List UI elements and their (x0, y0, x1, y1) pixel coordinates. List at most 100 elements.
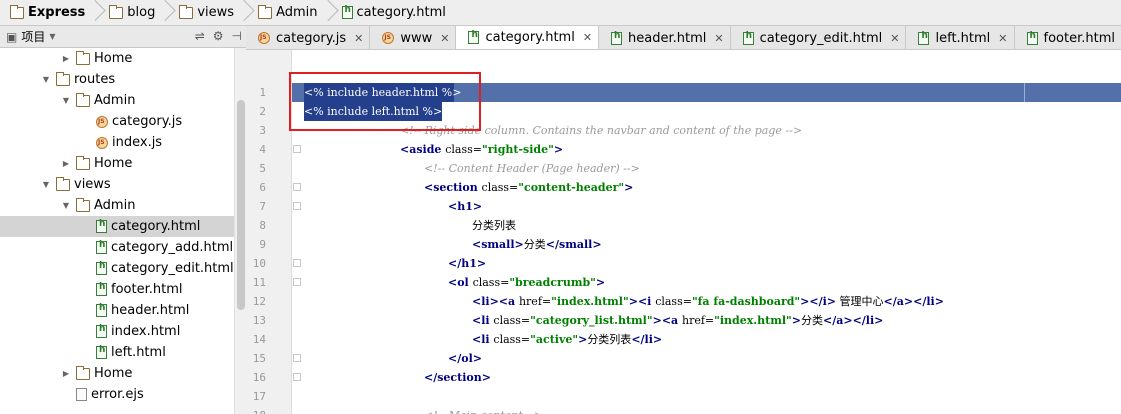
code-token: </a></li> (883, 295, 944, 308)
close-icon[interactable]: ✕ (714, 32, 723, 45)
tree-item-label: Home (94, 366, 133, 381)
tree-item[interactable]: footer.html (0, 279, 234, 300)
code-line[interactable]: </section> (424, 368, 491, 387)
close-icon[interactable]: ✕ (354, 32, 363, 45)
tree-item[interactable]: index.html (0, 321, 234, 342)
code-token: "content-header" (518, 181, 625, 194)
breadcrumb-item[interactable]: category.html (332, 0, 450, 25)
code-line[interactable]: <li><a href="index.html"><i class="fa fa… (472, 292, 944, 311)
html-file-icon (96, 282, 107, 296)
breadcrumb-item[interactable]: Admin (248, 0, 321, 25)
tree-scroll-thumb[interactable] (237, 100, 245, 310)
code-line[interactable]: 分类列表 (472, 216, 516, 235)
line-number: 10 (252, 257, 266, 270)
breadcrumb-item[interactable]: blog (99, 0, 159, 25)
fold-marker-icon[interactable] (293, 145, 301, 153)
editor-tabs: category.js✕www✕category.html✕header.htm… (246, 26, 1121, 50)
tree-item[interactable]: category_edit.html (0, 258, 234, 279)
collapse-arrow-icon[interactable]: ▶ (60, 159, 72, 168)
code-line[interactable]: <!-- Main content --> (424, 406, 543, 414)
tree-item[interactable]: index.js (0, 132, 234, 153)
collapse-arrow-icon[interactable]: ▶ (60, 369, 72, 378)
tree-item-label: left.html (111, 345, 166, 360)
breadcrumb-item[interactable]: views (169, 0, 238, 25)
project-view-icon[interactable]: ▣ (6, 30, 17, 44)
tree-item[interactable]: error.ejs (0, 384, 234, 405)
code-line[interactable]: </h1> (448, 254, 486, 273)
code-line[interactable]: <section class="content-header"> (424, 178, 633, 197)
editor-tab[interactable]: footer.html✕ (1015, 26, 1121, 49)
tree-item[interactable]: ▶ Home (0, 363, 234, 384)
tree-item[interactable]: ▼ views (0, 174, 234, 195)
code-token: "right-side" (482, 143, 554, 156)
annotation-box (289, 72, 481, 131)
project-tree: ▶Home▼routes▼Admincategory.jsindex.js▶Ho… (0, 48, 246, 414)
expand-arrow-icon[interactable]: ▼ (40, 180, 52, 189)
tree-scrollbar[interactable] (234, 48, 246, 414)
close-icon[interactable]: ✕ (583, 31, 592, 44)
close-icon[interactable]: ✕ (998, 32, 1007, 45)
tree-item[interactable]: ▼ Admin (0, 195, 234, 216)
code-token: > (595, 276, 606, 289)
code-token: <!-- Main content --> (424, 409, 543, 414)
code-line[interactable]: <small>分类</small> (472, 235, 602, 254)
tree-item[interactable]: header.html (0, 300, 234, 321)
fold-marker-icon[interactable] (293, 183, 301, 191)
editor-tab[interactable]: category.js ✕ (246, 26, 371, 49)
fold-marker-icon[interactable] (293, 373, 301, 381)
html-file-icon (96, 219, 107, 233)
editor-tab[interactable]: www ✕ (370, 26, 457, 49)
code-token: href= (682, 314, 715, 327)
expand-arrow-icon[interactable]: ▼ (60, 96, 72, 105)
code-token: <li><a (472, 295, 519, 308)
fold-marker-icon[interactable] (293, 202, 301, 210)
tree-item[interactable]: ▶ Home (0, 48, 234, 69)
code-token: </li> (631, 333, 663, 346)
code-token: "index.html" (714, 314, 792, 327)
code-line[interactable]: <aside class="right-side"> (400, 140, 563, 159)
tree-item[interactable]: ▼ routes (0, 69, 234, 90)
tree-item[interactable]: category_add.html (0, 237, 234, 258)
collapse-icon[interactable]: ⊣ (232, 29, 242, 43)
tree-item[interactable]: ▶ Home (0, 153, 234, 174)
code-line[interactable]: <!-- Content Header (Page header) --> (424, 159, 640, 178)
code-token: <h1> (448, 200, 483, 213)
tree-item-label: header.html (111, 303, 190, 318)
dropdown-icon[interactable]: ▼ (49, 32, 55, 41)
expand-arrow-icon[interactable]: ▼ (40, 75, 52, 84)
breadcrumb-item[interactable]: Express (0, 0, 89, 25)
gear-icon[interactable]: ⚙ (213, 29, 224, 43)
code-line[interactable]: <h1> (448, 197, 482, 216)
tree-item-label: routes (74, 72, 116, 87)
sync-icon[interactable]: ⇌ (195, 29, 205, 43)
html-file-icon (96, 240, 107, 254)
expand-arrow-icon[interactable]: ▼ (60, 201, 72, 210)
code-line[interactable]: </ol> (448, 349, 482, 368)
fold-marker-icon[interactable] (293, 259, 301, 267)
editor-tab-label: left.html (935, 30, 991, 46)
code-token: <section (424, 181, 482, 194)
code-line[interactable]: <li class="active">分类列表</li> (472, 330, 662, 349)
code-line[interactable]: <ol class="breadcrumb"> (448, 273, 605, 292)
tree-item-label: category_edit.html (111, 261, 234, 276)
breadcrumb-separator (322, 0, 332, 25)
editor-tab[interactable]: category_edit.html ✕ (731, 26, 907, 49)
code-line[interactable]: <li class="category_list.html"><a href="… (472, 311, 883, 330)
tree-item[interactable]: category.js (0, 111, 234, 132)
js-file-icon (258, 32, 270, 44)
close-icon[interactable]: ✕ (440, 32, 449, 45)
tree-item[interactable]: left.html (0, 342, 234, 363)
line-number: 13 (252, 314, 266, 327)
editor-tab[interactable]: left.html ✕ (906, 26, 1015, 49)
project-panel-label[interactable]: 项目 (21, 28, 45, 45)
tree-item-label: views (74, 177, 111, 192)
fold-marker-icon[interactable] (293, 354, 301, 362)
editor-tab[interactable]: category.html ✕ (456, 26, 600, 49)
tree-item-label: Admin (94, 93, 136, 108)
collapse-arrow-icon[interactable]: ▶ (60, 54, 72, 63)
tree-item[interactable]: category.html (0, 216, 234, 237)
fold-marker-icon[interactable] (293, 278, 301, 286)
editor-tab[interactable]: header.html ✕ (599, 26, 731, 49)
tree-item[interactable]: ▼ Admin (0, 90, 234, 111)
close-icon[interactable]: ✕ (890, 32, 899, 45)
